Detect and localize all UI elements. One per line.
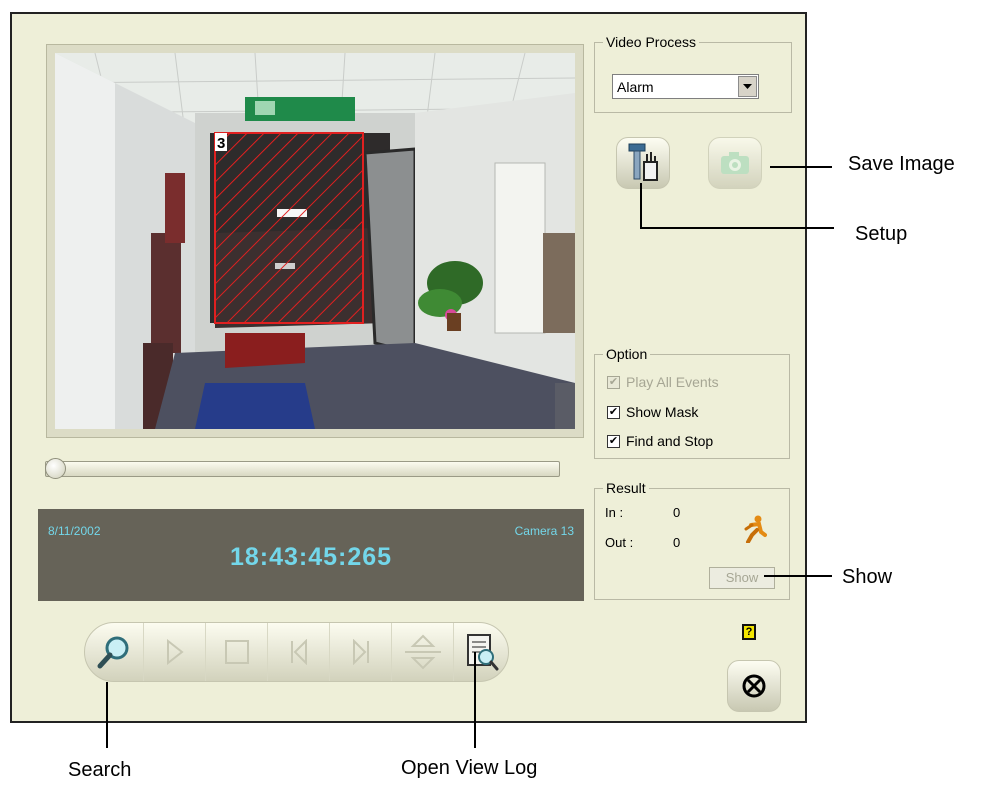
show-button[interactable]: Show [709, 567, 775, 589]
video-process-group: Video Process Alarm [594, 34, 792, 113]
time-label: 18:43:45:265 [229, 543, 393, 571]
result-legend: Result [603, 480, 649, 496]
view-log-icon [467, 634, 499, 671]
option-group: Option ✔ Play All Events ✔ Show Mask ✔ F… [594, 346, 790, 459]
out-label: Out : [605, 535, 634, 550]
play-all-events-option[interactable]: ✔ Play All Events [607, 373, 719, 391]
find-and-stop-checkbox[interactable]: ✔ [607, 434, 620, 448]
callout-search: Search [68, 759, 132, 781]
next-icon [352, 639, 369, 665]
callout-setup: Setup [855, 223, 908, 245]
video-process-value: Alarm [617, 79, 654, 95]
camera-scene: 3 [55, 53, 575, 429]
find-and-stop-label: Find and Stop [626, 433, 714, 449]
close-icon [742, 674, 766, 698]
running-man-icon [744, 515, 767, 543]
slider-thumb[interactable] [45, 458, 66, 479]
show-mask-option[interactable]: ✔ Show Mask [607, 403, 698, 421]
callout-show: Show [842, 566, 893, 588]
show-callout-line [764, 575, 832, 577]
search-button[interactable] [85, 623, 144, 681]
search-icon [97, 636, 129, 669]
speed-icon [404, 634, 441, 670]
detection-zone[interactable] [214, 132, 364, 324]
stop-icon [224, 640, 249, 664]
view-log-callout-line [474, 652, 476, 748]
find-and-stop-option[interactable]: ✔ Find and Stop [607, 432, 713, 450]
out-value: 0 [673, 535, 681, 550]
video-process-legend: Video Process [603, 34, 700, 50]
date-label: 8/11/2002 [48, 524, 101, 538]
setup-icon [628, 143, 658, 181]
playback-toolbar [84, 622, 509, 682]
speed-button[interactable] [392, 623, 454, 681]
show-mask-label: Show Mask [626, 404, 699, 420]
help-icon[interactable]: ? [742, 624, 756, 640]
save-image-button[interactable] [708, 137, 762, 189]
playback-slider[interactable] [45, 458, 560, 479]
in-label: In : [605, 505, 624, 520]
open-view-log-button[interactable] [454, 623, 510, 681]
previous-button[interactable] [268, 623, 330, 681]
camera-video-view[interactable]: 3 [55, 53, 575, 429]
video-frame: 3 [46, 44, 584, 438]
setup-callout-line-horizontal [640, 227, 834, 229]
setup-callout-line-vertical [640, 183, 642, 228]
play-all-events-label: Play All Events [626, 374, 719, 390]
zone-number: 3 [217, 135, 225, 152]
show-mask-checkbox[interactable]: ✔ [607, 405, 620, 419]
setup-button[interactable] [616, 137, 670, 189]
next-button[interactable] [330, 623, 392, 681]
play-all-events-checkbox[interactable]: ✔ [607, 375, 620, 389]
video-process-select[interactable]: Alarm [612, 74, 759, 99]
main-panel: 3 8/11/2002 Camera 13 18:43:45:265 Video… [10, 12, 807, 723]
time-display-panel: 8/11/2002 Camera 13 18:43:45:265 [38, 509, 584, 601]
close-button[interactable] [727, 660, 781, 712]
callout-save-image: Save Image [848, 153, 955, 175]
option-legend: Option [603, 346, 651, 362]
callout-open-view-log: Open View Log [401, 757, 538, 779]
search-callout-line [106, 682, 108, 748]
previous-icon [290, 639, 307, 665]
play-button[interactable] [144, 623, 206, 681]
camera-label: Camera 13 [514, 524, 574, 538]
chevron-down-icon [743, 83, 752, 89]
in-value: 0 [673, 505, 681, 520]
stop-button[interactable] [206, 623, 268, 681]
camera-icon [721, 152, 749, 174]
dropdown-arrow-button[interactable] [738, 76, 757, 97]
play-icon [166, 639, 184, 665]
save-image-callout-line [770, 166, 832, 168]
result-group: Result In : 0 Out : 0 Show [594, 480, 790, 600]
